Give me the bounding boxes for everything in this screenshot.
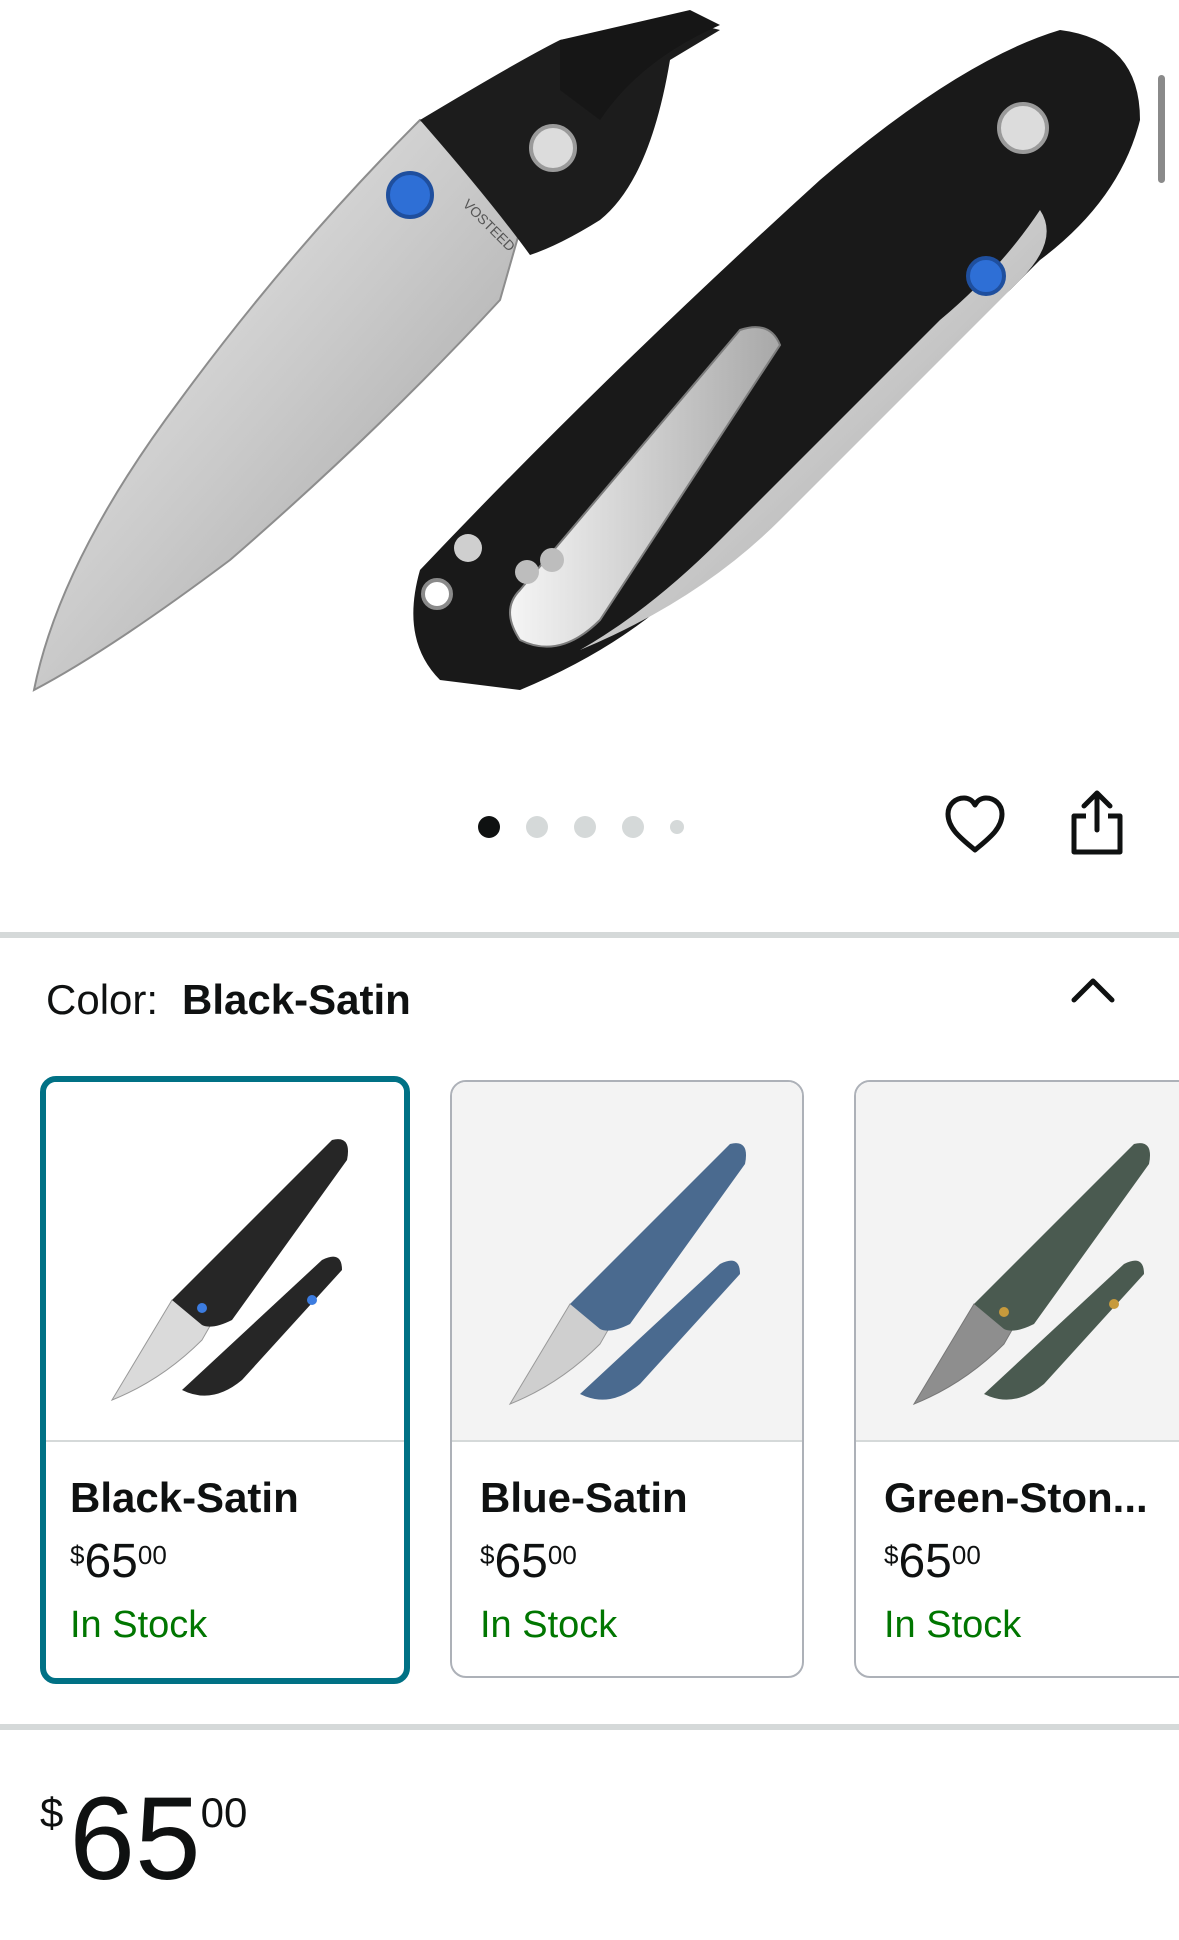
availability-status: In Stock	[70, 1604, 208, 1646]
share-button[interactable]	[1064, 788, 1130, 858]
section-divider	[0, 1724, 1179, 1730]
scrollbar-thumb[interactable]	[1158, 75, 1165, 183]
swatch-thumbnail	[452, 1082, 802, 1442]
price-whole: 65	[69, 1773, 201, 1905]
favorite-button[interactable]	[942, 792, 1008, 858]
selected-color: Black-Satin	[182, 976, 411, 1023]
availability-status: In Stock	[480, 1604, 618, 1646]
price-fraction: 00	[137, 1540, 167, 1570]
price-whole: 65	[494, 1535, 548, 1588]
swatch-thumbnail	[856, 1082, 1179, 1442]
product-price: $6500	[40, 1780, 247, 1898]
collapse-button[interactable]	[1066, 970, 1120, 1010]
price-fraction: 00	[547, 1540, 577, 1570]
price-whole: 65	[898, 1535, 952, 1588]
image-pager[interactable]	[478, 816, 710, 838]
heart-outline-icon	[945, 795, 1005, 853]
swatch-price: $6500	[884, 1534, 981, 1589]
currency-symbol: $	[884, 1540, 899, 1570]
availability-status: In Stock	[884, 1604, 1022, 1646]
price-fraction: 00	[200, 1789, 248, 1836]
color-swatch-black-satin[interactable]: Black-Satin $6500 In Stock	[40, 1076, 410, 1684]
currency-symbol: $	[70, 1540, 85, 1570]
chevron-up-icon	[1071, 978, 1115, 1003]
color-swatch-blue-satin[interactable]: Blue-Satin $6500 In Stock	[450, 1080, 804, 1678]
knife-thumbnail	[110, 1139, 348, 1402]
price-fraction: 00	[951, 1540, 981, 1570]
currency-symbol: $	[480, 1540, 495, 1570]
price-currency: $	[40, 1789, 64, 1836]
share-icon	[1071, 790, 1123, 855]
price-whole: 65	[84, 1535, 138, 1588]
pager-dot-5[interactable]	[670, 820, 684, 834]
swatch-name: Black-Satin	[70, 1474, 299, 1521]
knife-thumbnail	[508, 1143, 746, 1406]
pager-dot-4[interactable]	[622, 816, 644, 838]
color-swatch-green-stonewash[interactable]: Green-Ston... $6500 In Stock	[854, 1080, 1179, 1678]
swatch-thumbnail	[46, 1082, 404, 1442]
swatch-name: Green-Ston...	[884, 1474, 1148, 1521]
product-image-carousel[interactable]: VOSTEED	[0, 0, 1179, 720]
knife-thumbnail	[912, 1143, 1150, 1406]
pager-dot-1[interactable]	[478, 816, 500, 838]
section-divider	[0, 932, 1179, 938]
product-image: VOSTEED	[32, 10, 1140, 692]
swatch-name: Blue-Satin	[480, 1474, 688, 1521]
swatch-price: $6500	[70, 1534, 167, 1589]
swatch-price: $6500	[480, 1534, 577, 1589]
color-label: Color:	[46, 976, 159, 1023]
color-selector-header: Color: Black-Satin	[46, 976, 411, 1024]
pager-dot-2[interactable]	[526, 816, 548, 838]
pager-dot-3[interactable]	[574, 816, 596, 838]
